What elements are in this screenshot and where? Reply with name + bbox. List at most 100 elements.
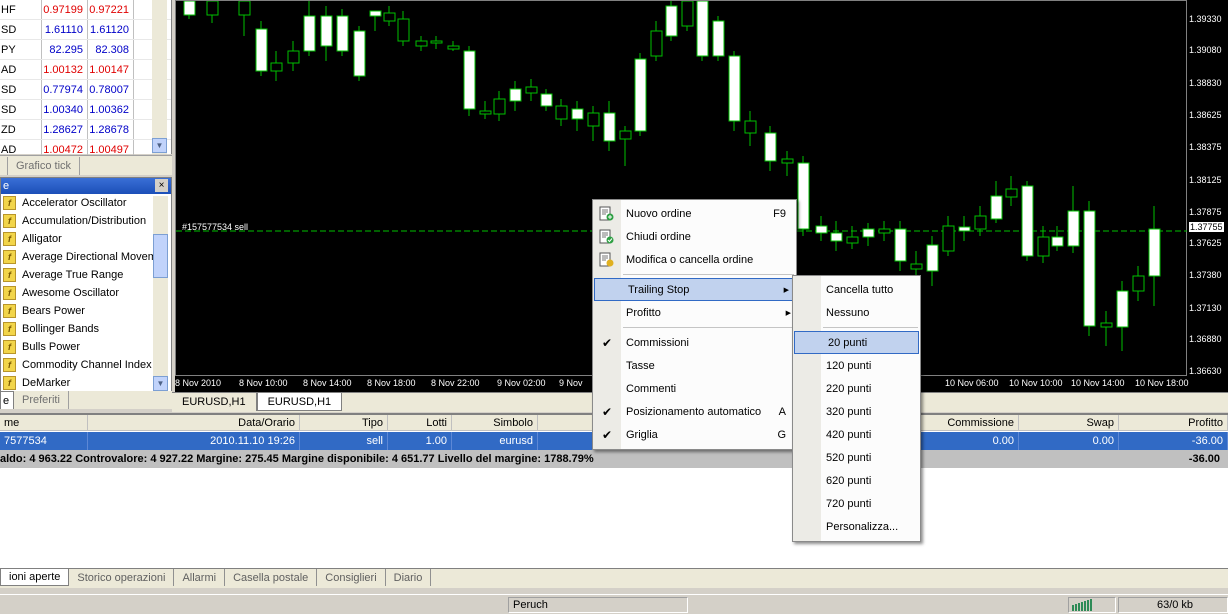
quote-row[interactable]: AD 1.00132 1.00147 <box>0 60 171 80</box>
quote-ask: 0.97221 <box>88 0 134 19</box>
tab-open-trades[interactable]: ioni aperte <box>0 569 70 586</box>
col-order[interactable]: me <box>0 415 88 430</box>
submenu-item[interactable]: Personalizza... <box>793 515 920 538</box>
indicator-label: Commodity Channel Index <box>22 359 152 371</box>
close-order-icon <box>599 229 614 244</box>
col-symbol[interactable]: Simbolo <box>452 415 538 430</box>
submenu-item[interactable]: 420 punti <box>793 423 920 446</box>
quote-row[interactable]: ZD 1.28627 1.28678 <box>0 120 171 140</box>
submenu-item[interactable]: Nessuno <box>793 301 920 324</box>
col-lots[interactable]: Lotti <box>388 415 452 430</box>
quote-row[interactable]: HF 0.97199 0.97221 <box>0 0 171 20</box>
submenu-item[interactable]: 520 punti <box>793 446 920 469</box>
quote-row[interactable]: PY 82.295 82.308 <box>0 40 171 60</box>
menu-label: Commissioni <box>626 336 689 349</box>
price-tick: 1.38375 <box>1189 142 1222 152</box>
tab-common[interactable]: e <box>0 391 14 409</box>
navigator-item[interactable]: f Bollinger Bands <box>1 320 171 338</box>
quote-row[interactable]: SD 1.00340 1.00362 <box>0 100 171 120</box>
candle-body <box>206 0 219 16</box>
menu-profit[interactable]: Profitto ▶ <box>593 301 796 324</box>
submenu-item[interactable]: Cancella tutto <box>793 278 920 301</box>
tab-alerts[interactable]: Allarmi <box>174 569 226 586</box>
menu-trailing-stop[interactable]: Trailing Stop ▶ <box>594 278 795 301</box>
col-swap[interactable]: Swap <box>1019 415 1119 430</box>
submenu-item[interactable]: 620 punti <box>793 469 920 492</box>
scroll-down-icon[interactable]: ▼ <box>152 138 167 153</box>
menu-shortcut: F9 <box>773 207 786 220</box>
col-profit[interactable]: Profitto <box>1119 415 1228 430</box>
candle-body <box>862 228 875 238</box>
navigator-item[interactable]: f Awesome Oscillator <box>1 284 171 302</box>
candle-body <box>696 0 709 57</box>
market-watch-scrollbar[interactable]: ▼ <box>152 0 167 154</box>
menu-comments[interactable]: Commenti <box>593 377 796 400</box>
tab-symbols[interactable] <box>0 157 8 175</box>
navigator-item[interactable]: f Bulls Power <box>1 338 171 356</box>
indicator-icon: f <box>3 340 16 354</box>
tab-journal[interactable]: Diario <box>386 569 432 586</box>
submenu-item[interactable]: 320 punti <box>793 400 920 423</box>
menu-close-order[interactable]: Chiudi ordine <box>593 225 796 248</box>
navigator-scrollbar[interactable]: ▼ <box>153 196 168 391</box>
navigator-item[interactable]: f Bears Power <box>1 302 171 320</box>
tab-tick-chart[interactable]: Grafico tick <box>8 157 81 175</box>
quote-ask: 1.61120 <box>88 20 134 39</box>
menu-grid[interactable]: ✔ Griglia G <box>593 423 796 446</box>
price-tick: 1.37625 <box>1189 238 1222 248</box>
navigator-item[interactable]: f Accelerator Oscillator <box>1 194 171 212</box>
scroll-down-icon[interactable]: ▼ <box>153 376 168 391</box>
tab-mailbox[interactable]: Casella postale <box>225 569 318 586</box>
menu-label: Posizionamento automatico <box>626 405 762 418</box>
time-tick: 10 Nov 18:00 <box>1135 378 1189 388</box>
navigator-item[interactable]: f DeMarker <box>1 374 171 392</box>
close-icon[interactable]: × <box>155 179 168 192</box>
candle-body <box>463 50 476 110</box>
menu-modify-order[interactable]: Modifica o cancella ordine <box>593 248 796 271</box>
price-tick: 1.36880 <box>1189 334 1222 344</box>
col-type[interactable]: Tipo <box>300 415 388 430</box>
candle-body <box>1067 210 1080 247</box>
submenu-item[interactable]: 20 punti <box>794 331 919 354</box>
market-watch-tabs: Grafico tick <box>0 155 172 175</box>
submenu-item[interactable]: 120 punti <box>793 354 920 377</box>
candle-body <box>430 40 443 44</box>
quote-symbol: SD <box>0 20 42 39</box>
time-tick: 10 Nov 14:00 <box>1071 378 1125 388</box>
tab-experts[interactable]: Consiglieri <box>317 569 386 586</box>
quote-row[interactable]: SD 1.61110 1.61120 <box>0 20 171 40</box>
menu-label: Tasse <box>626 359 655 372</box>
candle-body <box>878 228 891 234</box>
quote-bid: 1.61110 <box>42 20 88 39</box>
trailing-stop-submenu: Cancella tutto Nessuno 20 punti 120 punti 22… <box>792 275 921 542</box>
profile-name: Peruch <box>508 597 688 613</box>
tab-history[interactable]: Storico operazioni <box>69 569 175 586</box>
submenu-item[interactable]: 720 punti <box>793 492 920 515</box>
navigator-item[interactable]: f Average True Range <box>1 266 171 284</box>
menu-label: Cancella tutto <box>826 283 894 296</box>
menu-new-order[interactable]: Nuovo ordine F9 <box>593 202 796 225</box>
candle-body <box>764 132 777 162</box>
menu-taxes[interactable]: Tasse <box>593 354 796 377</box>
tab-chart-1[interactable]: EURUSD,H1 <box>172 393 257 411</box>
tab-chart-2[interactable]: EURUSD,H1 <box>256 393 343 411</box>
col-time[interactable]: Data/Orario <box>88 415 300 430</box>
menu-label: Trailing Stop <box>628 283 690 296</box>
candle-body <box>974 215 987 230</box>
tab-favorites[interactable]: Preferiti <box>14 391 69 409</box>
navigator-item[interactable]: f Commodity Channel Index <box>1 356 171 374</box>
navigator-item[interactable]: f Accumulation/Distribution <box>1 212 171 230</box>
traffic-indicator: 63/0 kb <box>1118 597 1228 613</box>
quote-ask: 82.308 <box>88 40 134 59</box>
quote-row[interactable]: SD 0.77974 0.78007 <box>0 80 171 100</box>
navigator-item[interactable]: f Average Directional Movem <box>1 248 171 266</box>
price-axis: 1.39330 1.39080 1.38830 1.38625 1.38375 1.381… <box>1187 0 1228 376</box>
menu-commissions[interactable]: ✔ Commissioni <box>593 331 796 354</box>
menu-auto-arrange[interactable]: ✔ Posizionamento automatico A <box>593 400 796 423</box>
time-tick: 9 Nov 02:00 <box>497 378 546 388</box>
candle-body <box>383 12 396 22</box>
scroll-thumb[interactable] <box>153 234 168 278</box>
submenu-item[interactable]: 220 punti <box>793 377 920 400</box>
navigator-item[interactable]: f Alligator <box>1 230 171 248</box>
candle-body <box>587 112 600 127</box>
